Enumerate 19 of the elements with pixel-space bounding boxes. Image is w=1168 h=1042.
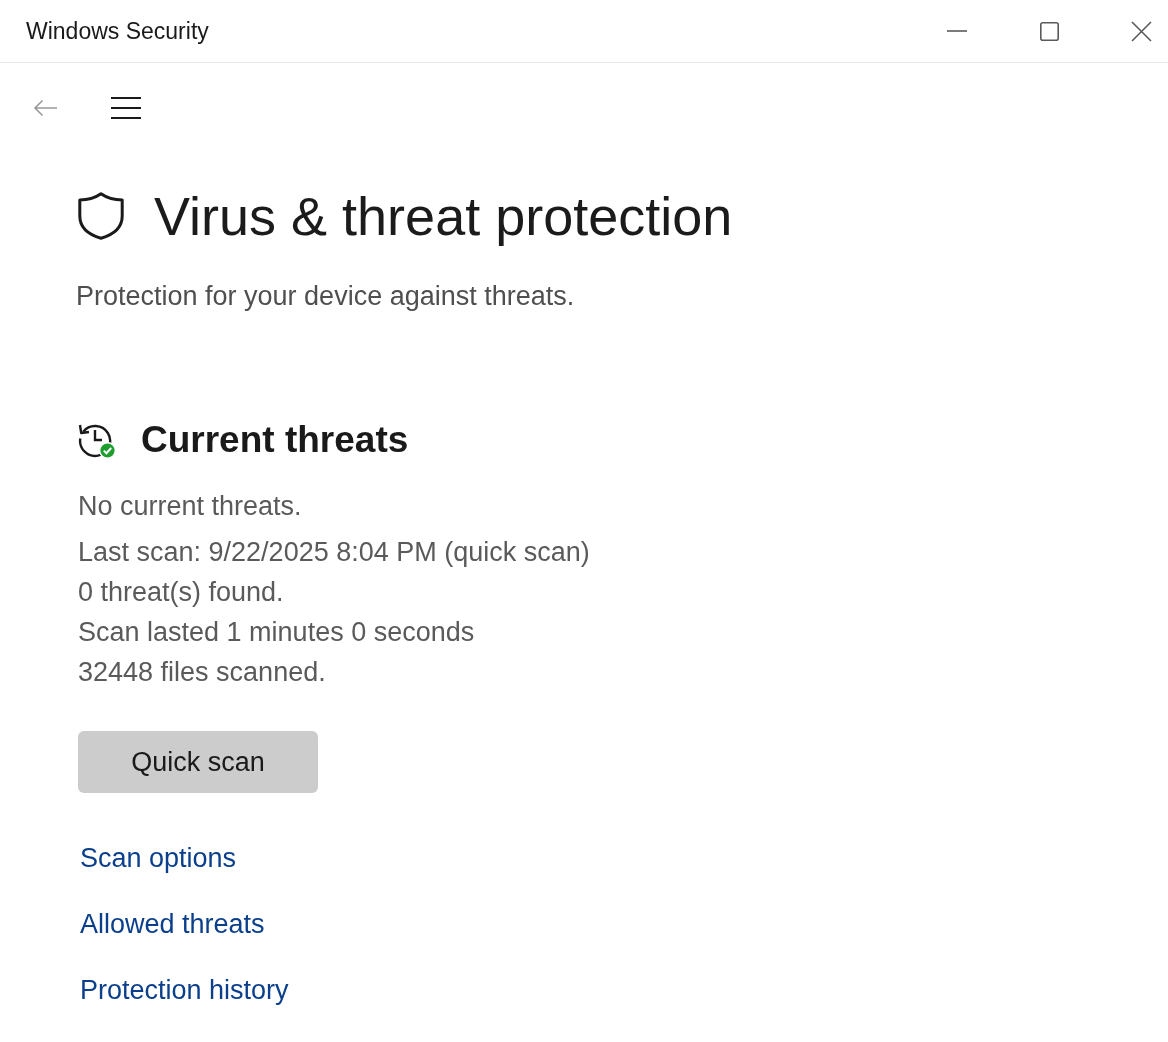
maximize-icon	[1039, 21, 1059, 41]
status-text: No current threats.	[78, 490, 302, 523]
scan-info-text: Last scan: 9/22/2025 8:04 PM (quick scan)	[78, 536, 590, 569]
shield-icon	[78, 192, 124, 240]
text-link[interactable]: Scan options	[80, 838, 237, 878]
page-title: Virus & threat protection	[154, 185, 733, 247]
minimize-icon	[947, 30, 967, 32]
close-icon	[1130, 20, 1152, 42]
section-heading: Current threats	[141, 418, 409, 462]
quick-scan-button[interactable]: Quick scan	[78, 731, 318, 793]
scan-info-text: 0 threat(s) found.	[78, 576, 285, 609]
back-icon	[32, 99, 58, 117]
text-link[interactable]: Protection history	[80, 970, 289, 1010]
window-title: Windows Security	[26, 17, 209, 45]
scan-info-text: Scan lasted 1 minutes 0 seconds	[78, 616, 476, 649]
scan-info-text: 32448 files scanned.	[78, 656, 327, 689]
menu-icon	[111, 97, 141, 119]
text-link[interactable]: Allowed threats	[80, 904, 265, 944]
page-subtitle: Protection for your device against threats.	[76, 280, 575, 313]
